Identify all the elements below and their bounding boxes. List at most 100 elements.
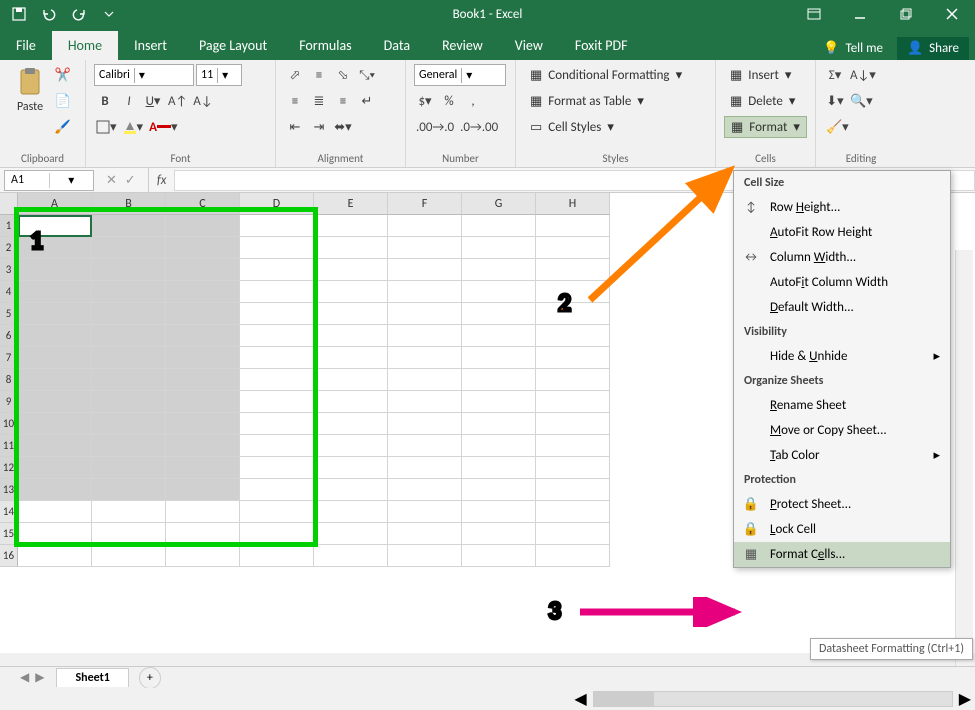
- wrap-text-button[interactable]: ↵: [356, 90, 378, 112]
- italic-button[interactable]: I: [118, 90, 140, 112]
- cell[interactable]: [536, 479, 610, 501]
- cell[interactable]: [92, 259, 166, 281]
- cell[interactable]: [314, 347, 388, 369]
- cell[interactable]: [388, 457, 462, 479]
- percent-button[interactable]: %: [438, 90, 460, 112]
- decrease-font-button[interactable]: A↓: [191, 90, 214, 112]
- tab-file[interactable]: File: [0, 31, 52, 60]
- cell[interactable]: [240, 413, 314, 435]
- borders-button[interactable]: ▾: [94, 116, 119, 138]
- cell[interactable]: [240, 259, 314, 281]
- cell[interactable]: [166, 435, 240, 457]
- cell[interactable]: [462, 325, 536, 347]
- row-header[interactable]: 2: [0, 237, 18, 259]
- cell[interactable]: [388, 215, 462, 237]
- column-header[interactable]: F: [388, 193, 462, 215]
- row-header[interactable]: 6: [0, 325, 18, 347]
- tab-view[interactable]: View: [499, 31, 559, 60]
- cell[interactable]: [462, 369, 536, 391]
- cell[interactable]: [18, 523, 92, 545]
- bold-button[interactable]: B: [94, 90, 116, 112]
- cell[interactable]: [536, 281, 610, 303]
- row-header[interactable]: 7: [0, 347, 18, 369]
- cell[interactable]: [240, 369, 314, 391]
- cell[interactable]: [536, 259, 610, 281]
- sheet-tab[interactable]: Sheet1: [56, 668, 128, 687]
- fill-color-button[interactable]: ▾: [121, 116, 146, 138]
- cell[interactable]: [388, 545, 462, 567]
- cell[interactable]: [314, 523, 388, 545]
- cell[interactable]: [388, 259, 462, 281]
- cell[interactable]: [166, 369, 240, 391]
- orientation-button[interactable]: ⤡▾: [356, 64, 378, 86]
- row-header[interactable]: 14: [0, 501, 18, 523]
- cell[interactable]: [166, 413, 240, 435]
- menu-lock-cell[interactable]: 🔒Lock Cell: [734, 517, 950, 542]
- cell[interactable]: [18, 435, 92, 457]
- cell[interactable]: [388, 501, 462, 523]
- cell[interactable]: [536, 215, 610, 237]
- cell[interactable]: [462, 215, 536, 237]
- column-header[interactable]: A: [18, 193, 92, 215]
- clear-button[interactable]: 🧹▾: [824, 116, 851, 138]
- cell[interactable]: [18, 391, 92, 413]
- tab-formulas[interactable]: Formulas: [283, 31, 367, 60]
- cell[interactable]: [314, 325, 388, 347]
- share-button[interactable]: 👤 Share: [897, 37, 969, 60]
- cell[interactable]: [92, 281, 166, 303]
- row-header[interactable]: 11: [0, 435, 18, 457]
- fx-icon[interactable]: fx: [149, 173, 175, 188]
- tab-review[interactable]: Review: [426, 31, 499, 60]
- cell[interactable]: [314, 259, 388, 281]
- cell[interactable]: [92, 303, 166, 325]
- column-header[interactable]: H: [536, 193, 610, 215]
- cell-styles-button[interactable]: ▭Cell Styles▾: [524, 116, 707, 138]
- align-top-button[interactable]: ⬀: [284, 64, 306, 86]
- row-header[interactable]: 9: [0, 391, 18, 413]
- column-header[interactable]: E: [314, 193, 388, 215]
- ribbon-display-icon[interactable]: [791, 0, 837, 28]
- cell[interactable]: [240, 479, 314, 501]
- menu-default-width[interactable]: Default Width...: [734, 295, 950, 320]
- cell[interactable]: [536, 435, 610, 457]
- insert-cells-button[interactable]: ▦Insert ▾: [724, 64, 807, 86]
- cell[interactable]: [18, 479, 92, 501]
- menu-tab-color[interactable]: Tab Color▸: [734, 443, 950, 468]
- row-header[interactable]: 1: [0, 215, 18, 237]
- cell[interactable]: [166, 325, 240, 347]
- tab-home[interactable]: Home: [52, 31, 118, 60]
- cell[interactable]: [92, 347, 166, 369]
- align-middle-button[interactable]: ≡: [308, 64, 330, 86]
- cell[interactable]: [166, 391, 240, 413]
- cell[interactable]: [240, 457, 314, 479]
- qat-customize-icon[interactable]: [96, 2, 122, 26]
- cell[interactable]: [388, 413, 462, 435]
- tell-me-search[interactable]: 💡 Tell me: [813, 37, 893, 60]
- cell[interactable]: [314, 237, 388, 259]
- cell[interactable]: [92, 501, 166, 523]
- cell[interactable]: [314, 501, 388, 523]
- cell[interactable]: [166, 215, 240, 237]
- row-header[interactable]: 12: [0, 457, 18, 479]
- cell[interactable]: [462, 347, 536, 369]
- cell[interactable]: [18, 545, 92, 567]
- cell[interactable]: [18, 347, 92, 369]
- select-all-corner[interactable]: [0, 193, 18, 215]
- cell[interactable]: [314, 281, 388, 303]
- cell[interactable]: [166, 457, 240, 479]
- name-box[interactable]: A1▾: [4, 170, 94, 191]
- cell[interactable]: [240, 347, 314, 369]
- cell[interactable]: [314, 545, 388, 567]
- cell[interactable]: [166, 501, 240, 523]
- number-format-combo[interactable]: General▾: [414, 64, 506, 86]
- column-header[interactable]: D: [240, 193, 314, 215]
- tab-scroll-right-icon[interactable]: ▶: [35, 670, 44, 685]
- cell[interactable]: [462, 303, 536, 325]
- scroll-right-icon[interactable]: ▶: [955, 689, 975, 709]
- row-header[interactable]: 16: [0, 545, 18, 567]
- cell[interactable]: [314, 479, 388, 501]
- scroll-left-icon[interactable]: ◀: [570, 689, 590, 709]
- cell[interactable]: [92, 413, 166, 435]
- tab-data[interactable]: Data: [368, 31, 426, 60]
- cell[interactable]: [536, 457, 610, 479]
